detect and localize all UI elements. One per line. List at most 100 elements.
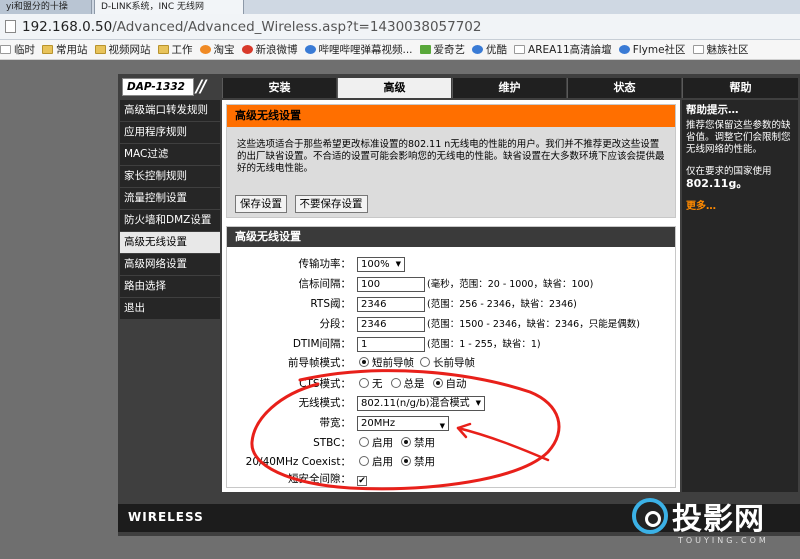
tx-power-value: 100% <box>361 258 390 270</box>
bookmark-item[interactable]: 爱奇艺 <box>419 40 466 59</box>
coexist-disable-radio[interactable] <box>401 456 411 466</box>
bookmark-item[interactable]: AREA11高清論壇 <box>514 40 612 59</box>
bookmark-label: 爱奇艺 <box>433 44 466 56</box>
bookmark-icon <box>618 45 630 54</box>
url-text[interactable]: 192.168.0.50/Advanced/Advanced_Wireless.… <box>22 16 481 38</box>
rts-label: RTS阈： <box>310 298 351 310</box>
preamble-row: 前导帧模式： 短前导帧 长前导帧 <box>227 354 677 372</box>
watermark-logo-icon <box>632 498 668 534</box>
browser-tab-active[interactable]: D-LINK系统，INC 无线网 <box>94 0 244 14</box>
help-text-2: 仅在要求的国家使用 <box>686 166 772 177</box>
tab-help[interactable]: 帮助 <box>682 78 798 98</box>
dtim-row: DTIM间隔： 1 (范围：1 - 255，缺省：1) <box>227 335 677 353</box>
dtim-input[interactable]: 1 <box>357 336 425 352</box>
cts-none-radio[interactable] <box>359 378 369 388</box>
sidebar-item-advanced-wireless[interactable]: 高级无线设置 <box>120 232 220 253</box>
help-text-1: 推荐您保留这些参数的缺省值。调整它们会限制您无线网络的性能。 <box>686 120 791 155</box>
frag-row: 分段： 2346 (范围：1500 - 2346，缺省：2346，只能是偶数) <box>227 315 677 333</box>
watermark-text: 投影网 <box>672 502 765 537</box>
bookmark-label: 视频网站 <box>108 44 151 56</box>
coexist-row: 20/40MHz Coexist： 启用 禁用 <box>227 453 677 471</box>
bookmark-item[interactable]: 淘宝 <box>199 40 235 59</box>
preamble-short-radio[interactable] <box>359 357 369 367</box>
frag-label: 分段： <box>319 318 352 330</box>
page-icon <box>5 20 16 33</box>
sidebar-item-traffic-control[interactable]: 流量控制设置 <box>120 188 220 209</box>
stbc-disable-radio[interactable] <box>401 437 411 447</box>
bookmark-icon <box>692 45 704 54</box>
cts-auto-radio[interactable] <box>432 378 443 388</box>
bookmark-label: 淘宝 <box>213 44 235 56</box>
bookmark-item[interactable]: 工作 <box>157 40 193 59</box>
bookmark-item[interactable]: 临时 <box>0 40 35 59</box>
bookmark-item[interactable]: 视频网站 <box>94 40 151 59</box>
url-host: 192.168.0.50 <box>22 19 113 35</box>
logo-slashes-icon: // <box>196 77 207 97</box>
bookmark-item[interactable]: 常用站 <box>42 40 88 59</box>
cts-auto-label: 自动 <box>445 378 467 390</box>
save-button[interactable]: 保存设置 <box>235 195 287 213</box>
sidebar-item-application-rules[interactable]: 应用程序规则 <box>120 122 220 143</box>
coexist-enable-radio[interactable] <box>359 456 369 466</box>
preamble-long-radio[interactable] <box>420 357 430 367</box>
bookmark-label: 新浪微博 <box>255 44 298 56</box>
help-title: 帮助提示… <box>686 104 739 116</box>
bandwidth-row: 带宽： 20MHz ▼ <box>227 414 677 432</box>
address-bar[interactable]: 192.168.0.50/Advanced/Advanced_Wireless.… <box>0 14 800 40</box>
dont-save-button[interactable]: 不要保存设置 <box>294 195 368 213</box>
frag-input[interactable]: 2346 <box>357 316 425 332</box>
cts-always-radio[interactable] <box>390 378 401 388</box>
browser-tab[interactable]: yi和盟分的十操 <box>0 0 92 14</box>
bookmark-item[interactable]: 魅族社区 <box>692 40 749 59</box>
bookmark-label: 工作 <box>171 44 193 56</box>
coexist-enable-label: 启用 <box>372 456 393 468</box>
bookmark-item[interactable]: 优酷 <box>472 40 507 59</box>
tx-power-row: 传输功率： 100% ▼ <box>227 255 677 273</box>
bookmark-icon <box>419 45 431 54</box>
intro-description: 这些选项适合于那些希望更改标准设置的802.11 n无线电的性能的用户。我们并不… <box>237 139 665 174</box>
bandwidth-select[interactable]: 20MHz ▼ <box>357 415 449 431</box>
help-more-link[interactable]: 更多… <box>686 201 794 213</box>
cts-always-label: 总是 <box>403 378 425 390</box>
sidebar-item-parental-control[interactable]: 家长控制规则 <box>120 166 220 187</box>
tab-status[interactable]: 状态 <box>567 78 681 98</box>
rts-row: RTS阈： 2346 (范围：256 - 2346，缺省：2346) <box>227 295 677 313</box>
frag-hint: (范围：1500 - 2346，缺省：2346，只能是偶数) <box>427 319 640 330</box>
wireless-mode-select[interactable]: 802.11(n/g/b)混合模式 ▼ <box>357 395 485 411</box>
bookmark-icon <box>0 45 11 54</box>
bookmark-item[interactable]: 新浪微博 <box>241 40 298 59</box>
bookmarks-bar: 临时 常用站 视频网站 工作 淘宝 新浪微博 哔哩哔哩弹幕视频... 爱奇艺 优酷 AREA11高… <box>0 40 800 60</box>
cts-none-label: 无 <box>372 378 383 390</box>
watermark: 投影网 TOUYING.COM <box>632 496 796 556</box>
sidebar-item-logout[interactable]: 退出 <box>120 298 220 319</box>
bookmark-icon <box>241 45 253 54</box>
beacon-input[interactable]: 100 <box>357 276 425 292</box>
bookmark-label: 魅族社区 <box>706 44 749 56</box>
sidebar-item-routing[interactable]: 路由选择 <box>120 276 220 297</box>
bandwidth-label: 带宽： <box>319 417 352 429</box>
short-gi-row: 短安全间隙： ✔ <box>227 470 677 488</box>
stbc-enable-radio[interactable] <box>359 437 369 447</box>
stbc-enable-label: 启用 <box>372 437 393 449</box>
sidebar: 高级端口转发规则 应用程序规则 MAC过滤 家长控制规则 流量控制设置 防火墙和… <box>120 100 220 320</box>
bookmark-item[interactable]: Flyme社区 <box>618 40 686 59</box>
sidebar-item-firewall-dmz[interactable]: 防火墙和DMZ设置 <box>120 210 220 231</box>
rts-hint: (范围：256 - 2346，缺省：2346) <box>427 299 577 310</box>
wireless-mode-label: 无线模式： <box>298 397 352 409</box>
short-gi-checkbox[interactable]: ✔ <box>357 476 367 486</box>
intro-panel: 高级无线设置 这些选项适合于那些希望更改标准设置的802.11 n无线电的性能的… <box>226 104 676 218</box>
tab-maintenance[interactable]: 维护 <box>452 78 566 98</box>
sidebar-item-advanced-network[interactable]: 高级网络设置 <box>120 254 220 275</box>
bookmark-item[interactable]: 哔哩哔哩弹幕视频... <box>304 40 413 59</box>
tx-power-label: 传输功率： <box>298 258 352 270</box>
cts-label: CTS模式： <box>299 378 351 390</box>
sidebar-item-mac-filter[interactable]: MAC过滤 <box>120 144 220 165</box>
sidebar-item-port-forwarding[interactable]: 高级端口转发规则 <box>120 100 220 121</box>
bookmark-label: 哔哩哔哩弹幕视频... <box>318 44 413 56</box>
folder-icon <box>157 45 169 54</box>
tab-advanced[interactable]: 高级 <box>337 78 451 98</box>
tab-setup[interactable]: 安装 <box>222 78 336 98</box>
tx-power-select[interactable]: 100% ▼ <box>357 256 405 272</box>
bookmark-label: 临时 <box>14 44 35 56</box>
rts-input[interactable]: 2346 <box>357 296 425 312</box>
